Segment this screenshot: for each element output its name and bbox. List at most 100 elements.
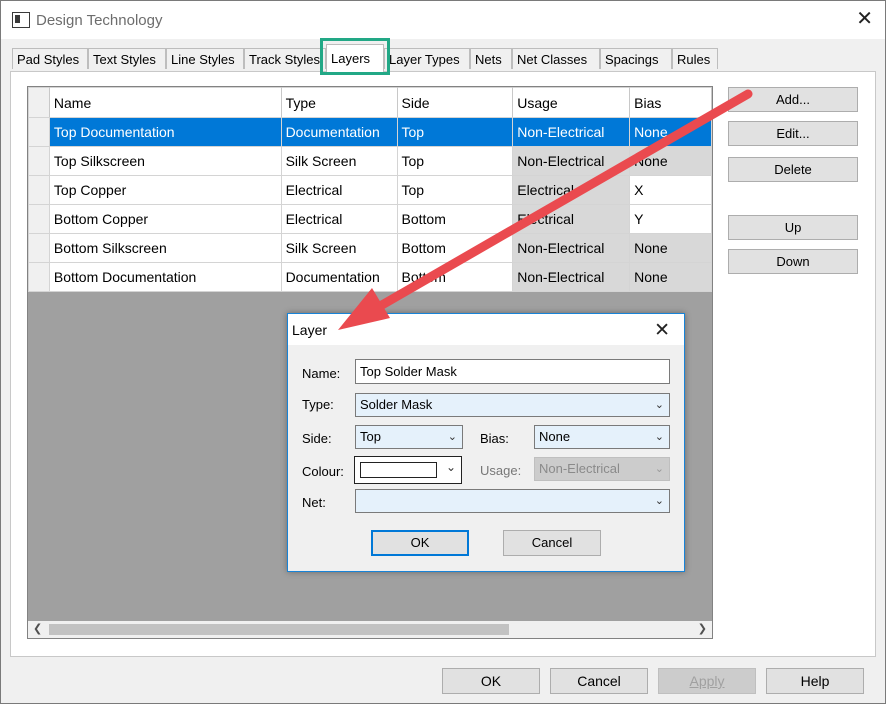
row-header[interactable]	[28, 175, 50, 205]
ok-button[interactable]: OK	[442, 668, 540, 694]
cell-usage[interactable]: Non-Electrical	[512, 233, 631, 263]
bias-select-value: None	[539, 429, 571, 444]
dialog-title-bar: Layer ✕	[288, 314, 684, 345]
cell-side[interactable]: Bottom	[396, 233, 514, 263]
cell-type[interactable]: Electrical	[280, 204, 398, 234]
table-row[interactable]: Top Documentation Documentation Top Non-…	[28, 117, 712, 147]
name-field[interactable]: Top Solder Mask	[355, 359, 670, 384]
bias-select[interactable]: None ⌄	[534, 425, 670, 449]
delete-button[interactable]: Delete	[728, 157, 858, 182]
cell-usage[interactable]: Non-Electrical	[512, 117, 631, 147]
tab-spacings[interactable]: Spacings	[600, 48, 672, 69]
cell-usage[interactable]: Electrical	[512, 175, 631, 205]
tab-rules[interactable]: Rules	[672, 48, 718, 69]
layers-table: Name Type Side Usage Bias Top Documentat…	[28, 87, 712, 292]
close-icon[interactable]: ✕	[856, 9, 873, 29]
column-header-usage[interactable]: Usage	[512, 87, 631, 118]
colour-picker[interactable]: ⌄	[354, 456, 462, 484]
title-bar: Design Technology ✕	[1, 1, 885, 39]
cell-type[interactable]: Silk Screen	[280, 146, 398, 176]
usage-select-value: Non-Electrical	[539, 461, 620, 476]
usage-select: Non-Electrical ⌄	[534, 457, 670, 481]
scroll-left-icon[interactable]: ❮	[33, 622, 42, 635]
up-button[interactable]: Up	[728, 215, 858, 240]
cell-usage[interactable]: Non-Electrical	[512, 262, 631, 292]
cell-name[interactable]: Top Documentation	[48, 117, 282, 147]
cell-usage[interactable]: Electrical	[512, 204, 631, 234]
row-header[interactable]	[28, 204, 50, 234]
close-icon[interactable]: ✕	[654, 319, 670, 342]
table-row[interactable]: Bottom Documentation Documentation Botto…	[28, 262, 712, 292]
net-select[interactable]: ⌄	[355, 489, 670, 513]
tab-highlight-box	[320, 38, 390, 75]
type-label: Type:	[302, 397, 334, 412]
type-select[interactable]: Solder Mask ⌄	[355, 393, 670, 417]
tab-nets[interactable]: Nets	[470, 48, 512, 69]
tab-text-styles[interactable]: Text Styles	[88, 48, 166, 69]
tab-pad-styles[interactable]: Pad Styles	[12, 48, 88, 69]
cell-type[interactable]: Documentation	[280, 262, 398, 292]
dialog-cancel-button[interactable]: Cancel	[503, 530, 601, 556]
cell-bias[interactable]: None	[629, 146, 712, 176]
cell-side[interactable]: Top	[396, 146, 514, 176]
tab-line-styles[interactable]: Line Styles	[166, 48, 244, 69]
tab-layer-types[interactable]: Layer Types	[384, 48, 470, 69]
down-button[interactable]: Down	[728, 249, 858, 274]
usage-label: Usage:	[480, 463, 522, 478]
colour-label: Colour:	[302, 464, 344, 479]
column-header-side[interactable]: Side	[396, 87, 514, 118]
edit-button[interactable]: Edit...	[728, 121, 858, 146]
apply-button[interactable]: Apply	[658, 668, 756, 694]
row-header[interactable]	[28, 146, 50, 176]
table-row[interactable]: Top Silkscreen Silk Screen Top Non-Elect…	[28, 146, 712, 176]
window-title: Design Technology	[36, 12, 163, 29]
chevron-down-icon: ⌄	[654, 463, 664, 475]
cell-type[interactable]: Electrical	[280, 175, 398, 205]
cell-type[interactable]: Documentation	[280, 117, 398, 147]
row-header[interactable]	[28, 233, 50, 263]
cell-side[interactable]: Bottom	[396, 204, 514, 234]
row-header[interactable]	[28, 117, 50, 147]
cell-bias[interactable]: Y	[629, 204, 712, 234]
side-label: Side:	[302, 431, 332, 446]
cell-name[interactable]: Top Silkscreen	[48, 146, 282, 176]
add-button[interactable]: Add...	[728, 87, 858, 112]
dialog-ok-button[interactable]: OK	[371, 530, 469, 556]
cell-name[interactable]: Top Copper	[48, 175, 282, 205]
cell-name[interactable]: Bottom Documentation	[48, 262, 282, 292]
scrollbar-thumb[interactable]	[49, 624, 509, 635]
table-row[interactable]: Bottom Silkscreen Silk Screen Bottom Non…	[28, 233, 712, 263]
cell-side[interactable]: Top	[396, 117, 514, 147]
horizontal-scrollbar[interactable]: ❮ ❯	[28, 621, 712, 638]
cell-bias[interactable]: None	[629, 262, 712, 292]
cell-bias[interactable]: None	[629, 233, 712, 263]
colour-swatch	[360, 462, 437, 478]
chevron-down-icon: ⌄	[654, 495, 664, 507]
chevron-down-icon: ⌄	[447, 431, 457, 443]
cell-side[interactable]: Bottom	[396, 262, 514, 292]
help-button[interactable]: Help	[766, 668, 864, 694]
chevron-down-icon: ⌄	[654, 431, 664, 443]
row-header[interactable]	[28, 262, 50, 292]
cell-usage[interactable]: Non-Electrical	[512, 146, 631, 176]
chevron-down-icon: ⌄	[654, 399, 664, 411]
tab-track-styles[interactable]: Track Styles	[244, 48, 326, 69]
type-select-value: Solder Mask	[360, 397, 433, 412]
column-header-type[interactable]: Type	[280, 87, 398, 118]
column-header-bias[interactable]: Bias	[629, 87, 712, 118]
table-row[interactable]: Top Copper Electrical Top Electrical X	[28, 175, 712, 205]
column-header-name[interactable]: Name	[48, 87, 282, 118]
tab-net-classes[interactable]: Net Classes	[512, 48, 600, 69]
side-select[interactable]: Top ⌄	[355, 425, 463, 449]
cell-name[interactable]: Bottom Copper	[48, 204, 282, 234]
table-header-row: Name Type Side Usage Bias	[28, 87, 712, 118]
net-label: Net:	[302, 495, 326, 510]
cell-bias[interactable]: X	[629, 175, 712, 205]
cell-side[interactable]: Top	[396, 175, 514, 205]
table-row[interactable]: Bottom Copper Electrical Bottom Electric…	[28, 204, 712, 234]
cell-type[interactable]: Silk Screen	[280, 233, 398, 263]
scroll-right-icon[interactable]: ❯	[698, 622, 707, 635]
cell-bias[interactable]: None	[629, 117, 712, 147]
cancel-button[interactable]: Cancel	[550, 668, 648, 694]
cell-name[interactable]: Bottom Silkscreen	[48, 233, 282, 263]
